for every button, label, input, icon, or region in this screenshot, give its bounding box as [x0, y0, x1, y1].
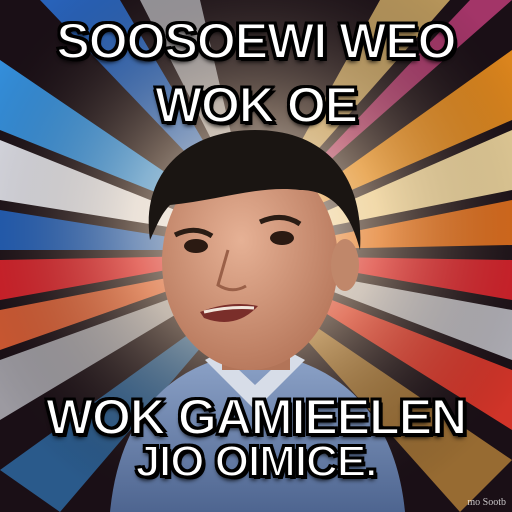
bottom-caption-line-2: JIO OIMICE. [135, 437, 379, 486]
top-caption-line-1: SOOSOEWI WEO [55, 13, 457, 69]
top-caption-line-2: WOK OE [154, 77, 359, 133]
meme-image: SOOSOEWI WEO WOK OE WOK GAMIEELEN JIO OI… [0, 0, 512, 512]
watermark: mo Sootb [467, 497, 506, 508]
bottom-caption-line-1: WOK GAMIEELEN [45, 389, 468, 445]
